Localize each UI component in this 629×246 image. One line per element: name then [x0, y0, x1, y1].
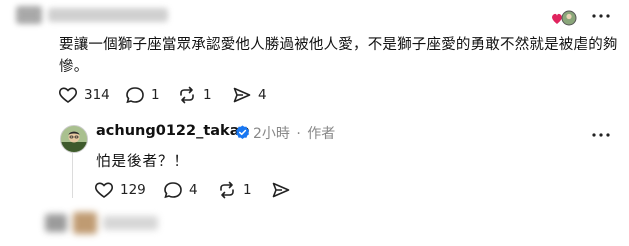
- like-count: 314: [84, 87, 110, 103]
- reply-time: 2小時: [253, 126, 290, 142]
- reply-meta: 2小時 · 作者: [253, 123, 335, 143]
- post-text: 要讓一個獅子座當眾承認愛他人勝過被他人愛，不是獅子座愛的勇敢不然就是被虐的夠慘。: [59, 37, 618, 75]
- reply-more-options-button[interactable]: [591, 128, 611, 142]
- meta-separator: ·: [296, 126, 301, 142]
- thread-line: [72, 150, 73, 198]
- repost-button[interactable]: 1: [177, 86, 212, 104]
- reply-repost-button[interactable]: 1: [217, 181, 252, 199]
- reply-username[interactable]: achung0122_takao: [96, 123, 249, 139]
- heart-icon: [552, 13, 562, 24]
- comment-count: 1: [151, 87, 160, 103]
- share-button[interactable]: 4: [232, 86, 267, 104]
- repost-icon: [180, 86, 194, 104]
- reply-like-button[interactable]: 129: [94, 181, 146, 199]
- reply-share-button[interactable]: [271, 181, 291, 199]
- reply-text: 怕是後者？！: [96, 154, 189, 170]
- more-icon: [592, 133, 610, 137]
- liked-by-author-badge: [551, 9, 577, 27]
- comment-button[interactable]: 1: [125, 86, 160, 104]
- comment-icon: [164, 182, 182, 199]
- reply-repost-count: 1: [243, 182, 252, 198]
- like-button[interactable]: 314: [58, 86, 110, 104]
- share-icon: [233, 87, 251, 103]
- verified-icon: [236, 125, 249, 139]
- blurred-next-post: [45, 208, 160, 238]
- author-label: 作者: [307, 126, 336, 142]
- comment-icon: [126, 87, 144, 104]
- share-icon: [272, 182, 290, 198]
- repost-icon: [220, 181, 234, 199]
- reply-comment-button[interactable]: 4: [163, 181, 198, 199]
- reply-comment-count: 4: [189, 182, 198, 198]
- repost-count: 1: [203, 87, 212, 103]
- heart-icon: [58, 87, 78, 103]
- blurred-username: [0, 2, 175, 30]
- avatar[interactable]: [60, 125, 88, 153]
- verified-badge: [235, 125, 250, 140]
- reply-like-count: 129: [120, 182, 146, 198]
- more-icon: [592, 14, 610, 18]
- heart-icon: [94, 182, 114, 198]
- more-options-button[interactable]: [591, 9, 611, 23]
- share-count: 4: [258, 87, 267, 103]
